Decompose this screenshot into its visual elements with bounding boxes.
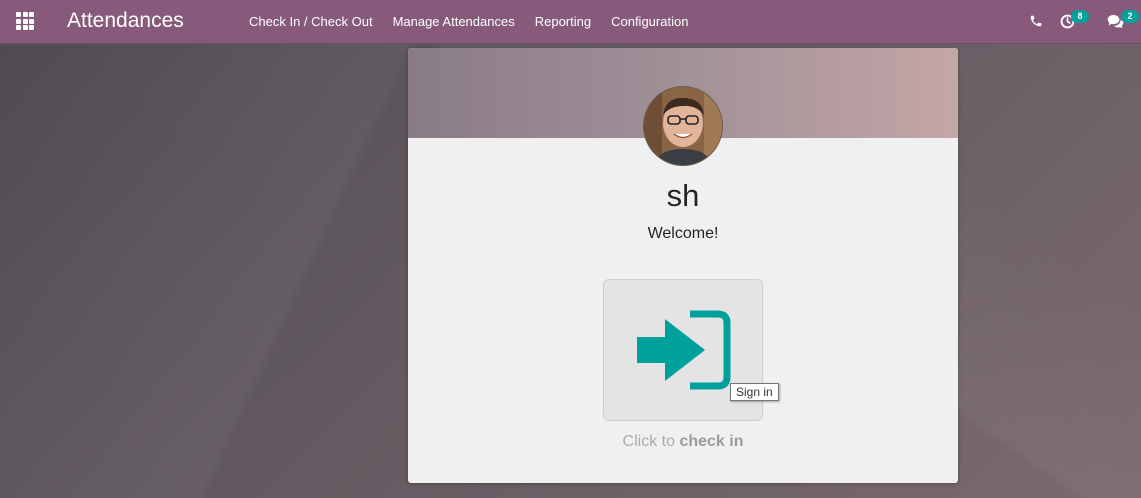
menu-item-configuration[interactable]: Configuration	[601, 0, 698, 43]
main-menu: Check In / Check Out Manage Attendances …	[239, 0, 698, 43]
sign-in-tooltip: Sign in	[730, 383, 779, 401]
check-in-hint-action: check in	[679, 433, 744, 450]
activity-count-badge: 8	[1071, 10, 1089, 23]
systray: 8 2	[1011, 0, 1141, 43]
messaging-button[interactable]: 2	[1101, 0, 1139, 43]
attendance-card: sh Welcome! Sign in Click to check in	[408, 48, 958, 483]
employee-photo	[644, 87, 722, 165]
employee-name: sh	[666, 178, 700, 213]
menu-item-reporting[interactable]: Reporting	[525, 0, 601, 43]
avatar	[643, 86, 723, 166]
phone-icon	[1030, 15, 1042, 27]
phone-button[interactable]	[1021, 0, 1051, 43]
messaging-count-badge: 2	[1121, 10, 1139, 23]
app-title[interactable]: Attendances	[67, 6, 184, 36]
welcome-message: Welcome!	[647, 225, 719, 242]
sign-in-icon	[637, 310, 731, 390]
check-in-hint-prefix: Click to	[622, 433, 675, 450]
apps-menu-icon[interactable]	[16, 12, 34, 30]
check-in-hint: Click to check in	[408, 432, 958, 452]
menu-item-manage-attendances[interactable]: Manage Attendances	[383, 0, 525, 43]
menu-item-check-in-check-out[interactable]: Check In / Check Out	[239, 0, 383, 43]
activity-button[interactable]: 8	[1056, 0, 1092, 43]
top-navbar: Attendances Check In / Check Out Manage …	[0, 0, 1141, 44]
